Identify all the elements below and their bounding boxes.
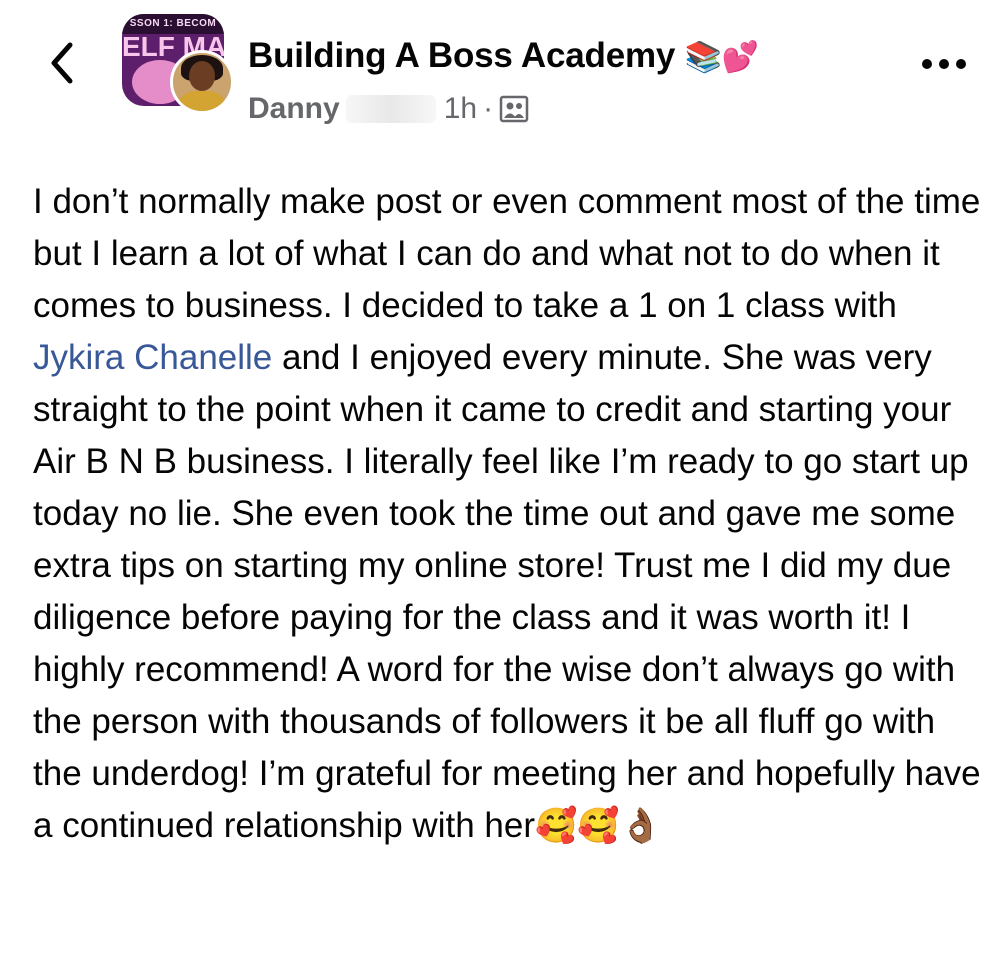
post-text-part1: I don’t normally make post or even comme… <box>33 182 981 325</box>
meta-separator: · <box>483 92 494 125</box>
more-horizontal-icon <box>922 59 966 69</box>
post-meta: Danny 1h · <box>248 92 529 126</box>
group-name-link[interactable]: Building A Boss Academy 📚💕 <box>248 36 759 76</box>
back-button[interactable] <box>40 38 84 88</box>
post-timestamp[interactable]: 1h <box>444 92 477 126</box>
author-avatar[interactable] <box>170 50 234 114</box>
group-name: Building A Boss Academy <box>248 36 676 75</box>
post-text-part2: and I enjoyed every minute. She was very… <box>33 338 981 845</box>
group-name-emojis: 📚💕 <box>684 40 760 75</box>
trailing-emojis: 🥰🥰👌🏾 <box>534 806 662 846</box>
chevron-left-icon <box>51 42 73 84</box>
mention-link[interactable]: Jykira Chanelle <box>33 338 272 377</box>
post-header: SSON 1: BECOM ELF MA Building A Boss Aca… <box>0 0 1005 150</box>
group-avatar-band-text: SSON 1: BECOM <box>122 14 224 34</box>
redacted-surname <box>345 95 436 123</box>
more-options-button[interactable] <box>918 44 970 84</box>
group-members-icon <box>499 95 529 123</box>
author-name[interactable]: Danny <box>248 92 340 126</box>
post-body: I don’t normally make post or even comme… <box>33 176 983 852</box>
